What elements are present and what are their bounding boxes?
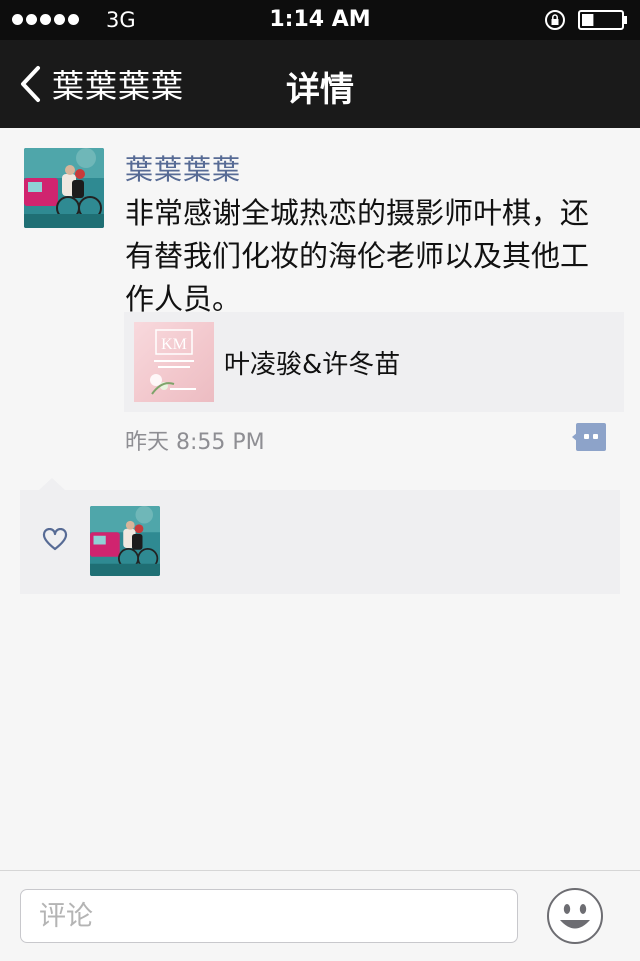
post-author-name[interactable]: 葉葉葉葉: [125, 148, 241, 188]
link-thumbnail: KM: [134, 322, 214, 402]
post-text: 非常感谢全城热恋的摄影师叶棋，还有替我们化妆的海伦老师以及其他工作人员。: [125, 196, 590, 316]
rotation-lock-icon: [545, 10, 565, 30]
comment-input[interactable]: [20, 889, 518, 943]
comment-icon[interactable]: [572, 423, 606, 451]
author-avatar[interactable]: [24, 148, 104, 228]
comment-bar: [0, 870, 640, 961]
page-title: 详情: [286, 70, 354, 110]
emoji-face-icon[interactable]: [546, 887, 604, 945]
heart-icon: [42, 528, 68, 551]
post-timestamp: 昨天 8:55 PM: [125, 430, 265, 455]
status-bar: 3G 1:14 AM: [0, 0, 640, 40]
battery-icon: [578, 10, 627, 30]
shared-link-card[interactable]: KM 叶凌骏&许冬苗: [124, 312, 624, 412]
navigation-bar: 葉葉葉葉 详情: [0, 40, 640, 128]
link-thumbnail-text: KM: [161, 336, 187, 353]
liker-avatar[interactable]: [90, 506, 160, 576]
link-title: 叶凌骏&许冬苗: [224, 350, 401, 380]
